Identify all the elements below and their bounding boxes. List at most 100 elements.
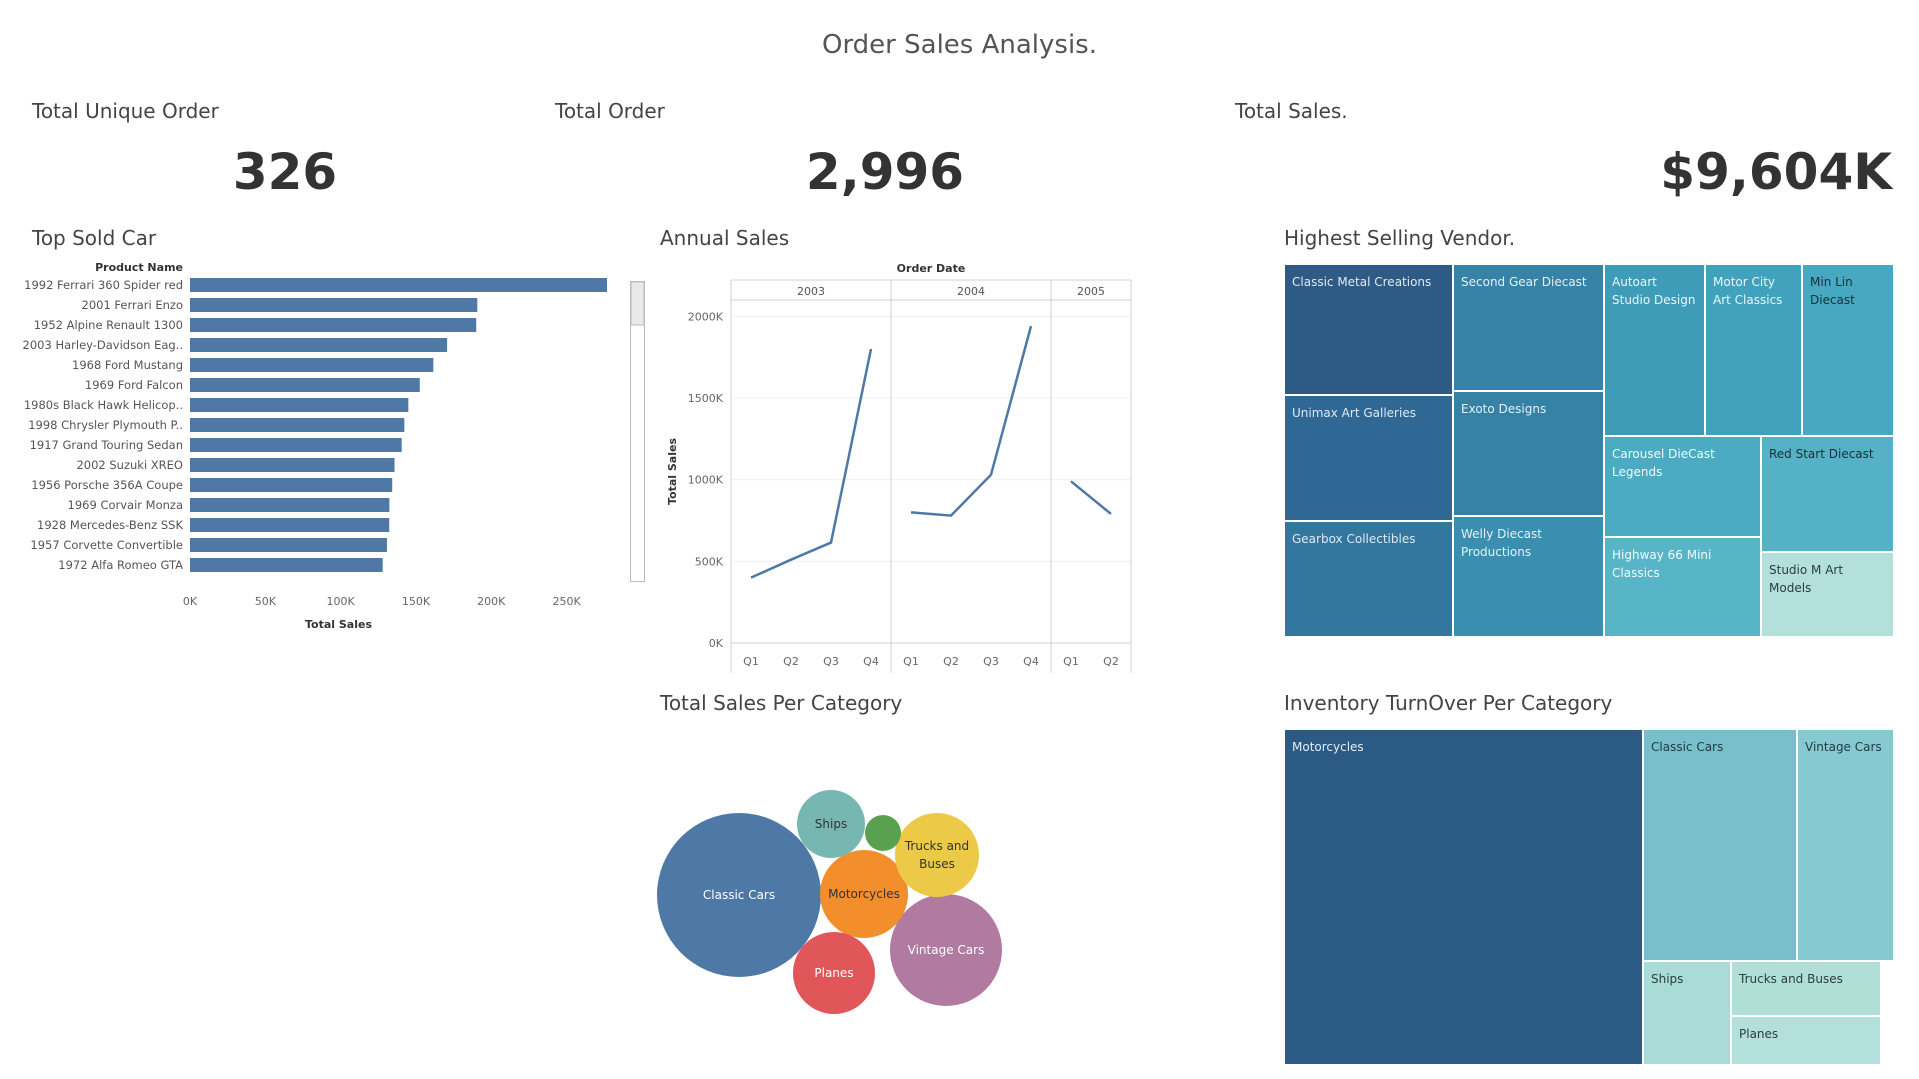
- bubble-label: Ships: [815, 817, 847, 831]
- bubble-label: Motorcycles: [828, 887, 900, 901]
- y-tick-label: 1000K: [688, 474, 724, 487]
- x-tick-label: 150K: [402, 595, 431, 608]
- treemap-cell[interactable]: Motor City Art Classics: [1705, 264, 1802, 436]
- kpi-unique-order-label: Total Unique Order: [32, 99, 219, 123]
- treemap-cell[interactable]: Exoto Designs: [1453, 391, 1604, 516]
- bubble-label: Buses: [919, 857, 955, 871]
- treemap-cell-label: Unimax Art Galleries: [1292, 406, 1416, 420]
- bar: [190, 498, 390, 512]
- x-tick-label: Q1: [743, 655, 759, 668]
- inventory-treemap: Motorcycles Classic Cars Vintage Cars Ships…: [1284, 729, 1894, 1065]
- treemap-cell-label: Gearbox Collectibles: [1292, 532, 1416, 546]
- bar: [190, 478, 393, 492]
- treemap-cell[interactable]: Second Gear Diecast: [1453, 264, 1604, 391]
- bar: [190, 278, 607, 292]
- treemap-cell-label: Min Lin Diecast: [1810, 275, 1855, 307]
- y-axis-title: Total Sales: [666, 438, 679, 505]
- scrollbar-thumb: [630, 281, 645, 326]
- kpi-total-sales-label: Total Sales.: [1235, 99, 1348, 123]
- bubble-label: Trucks and: [904, 839, 969, 853]
- series-line-2003: [750, 348, 873, 579]
- treemap-cell[interactable]: Autoart Studio Design: [1604, 264, 1705, 436]
- treemap-cell-label: Studio M Art Models: [1769, 563, 1844, 595]
- treemap-cell-label: Autoart Studio Design: [1612, 275, 1696, 307]
- kpi-unique-order-value: 326: [232, 143, 338, 201]
- x-tick-label: 0K: [183, 595, 198, 608]
- x-tick-label: 200K: [477, 595, 506, 608]
- bar: [190, 438, 402, 452]
- y-tick-label: 0K: [709, 637, 724, 650]
- dashboard-title: Order Sales Analysis.: [821, 30, 1097, 60]
- treemap-cell-label: Ships: [1651, 972, 1684, 986]
- bar: [190, 358, 434, 372]
- bar-label: 1980s Black Hawk Helicop..: [24, 398, 183, 412]
- x-tick-label: Q2: [943, 655, 959, 668]
- treemap-cell[interactable]: Classic Metal Creations: [1284, 264, 1453, 395]
- treemap-cell[interactable]: Welly Diecast Productions: [1453, 516, 1604, 637]
- bar-label: 2002 Suzuki XREO: [76, 458, 183, 472]
- treemap-cell[interactable]: Trucks and Buses: [1731, 961, 1881, 1016]
- annual-sales-chart: Order Date 0K 500K 1000K 1500K 2000K Total Sal…: [666, 262, 1132, 673]
- treemap-cell[interactable]: Carousel DieCast Legends: [1604, 436, 1761, 537]
- y-tick-label: 500K: [695, 555, 724, 568]
- vendor-treemap: Classic Metal Creations Unimax Art Galler…: [1284, 264, 1894, 637]
- treemap-cell[interactable]: Studio M Art Models: [1761, 552, 1894, 637]
- bar-label: 1992 Ferrari 360 Spider red: [24, 278, 183, 292]
- year-label: 2003: [797, 285, 825, 298]
- bar-label: 1972 Alfa Romeo GTA: [58, 558, 183, 572]
- year-label: 2004: [957, 285, 985, 298]
- treemap-cell[interactable]: Min Lin Diecast: [1802, 264, 1894, 436]
- bubble: [895, 813, 979, 897]
- series-line-2004: [910, 325, 1033, 517]
- treemap-cell[interactable]: Unimax Art Galleries: [1284, 395, 1453, 521]
- x-tick-label: Q4: [863, 655, 879, 668]
- bar: [190, 398, 409, 412]
- category-title: Total Sales Per Category: [660, 691, 903, 715]
- kpi-total-sales-value: $9,604K: [1660, 143, 1892, 201]
- bar: [190, 458, 395, 472]
- bar: [190, 338, 448, 352]
- x-axis-title: Total Sales: [305, 618, 372, 631]
- treemap-cell-label: Vintage Cars: [1805, 740, 1882, 754]
- treemap-cell[interactable]: Planes: [1731, 1016, 1881, 1065]
- x-tick-label: 100K: [327, 595, 356, 608]
- bar-label: 1917 Grand Touring Sedan: [30, 438, 183, 452]
- treemap-cell-label: Red Start Diecast: [1769, 447, 1874, 461]
- bar: [190, 538, 387, 552]
- treemap-cell[interactable]: Vintage Cars: [1797, 729, 1894, 961]
- treemap-cell[interactable]: Classic Cars: [1643, 729, 1797, 961]
- treemap-cell-label: Planes: [1739, 1027, 1779, 1041]
- x-tick-label: Q1: [1063, 655, 1079, 668]
- bar-label: 2001 Ferrari Enzo: [82, 298, 184, 312]
- bubble-label: Classic Cars: [703, 888, 775, 902]
- bar-label: 1969 Ford Falcon: [85, 378, 183, 392]
- series-line-2005: [1070, 480, 1112, 515]
- treemap-cell-label: Welly Diecast Productions: [1461, 527, 1542, 559]
- annual-sales-title: Annual Sales: [660, 226, 790, 250]
- year-label: 2005: [1077, 285, 1105, 298]
- x-tick-label: Q4: [1023, 655, 1039, 668]
- treemap-cell[interactable]: Red Start Diecast: [1761, 436, 1894, 552]
- treemap-cell[interactable]: Gearbox Collectibles: [1284, 521, 1453, 637]
- treemap-cell[interactable]: Ships: [1643, 961, 1731, 1065]
- bubble-label: Planes: [814, 966, 853, 980]
- treemap-cell-label: Trucks and Buses: [1739, 972, 1843, 986]
- treemap-cell[interactable]: Motorcycles: [1284, 729, 1643, 1065]
- treemap-cell-label: Highway 66 Mini Classics: [1612, 548, 1712, 580]
- treemap-cell-label: Classic Metal Creations: [1292, 275, 1432, 289]
- bar: [190, 418, 405, 432]
- bar: [190, 378, 420, 392]
- bar-label: 1928 Mercedes-Benz SSK: [37, 518, 183, 532]
- column-header: Order Date: [897, 262, 966, 275]
- bar: [190, 518, 390, 532]
- top-sold-car-title: Top Sold Car: [32, 226, 157, 250]
- category-bubble-chart: Classic Cars Vintage Cars Motorcycles Truck…: [657, 790, 1002, 1014]
- bar-label: 1952 Alpine Renault 1300: [34, 318, 183, 332]
- x-tick-label: Q2: [1103, 655, 1119, 668]
- x-tick-label: Q3: [823, 655, 839, 668]
- bar-label: 1998 Chrysler Plymouth P..: [28, 418, 183, 432]
- x-tick-label: 50K: [255, 595, 277, 608]
- treemap-cell[interactable]: Highway 66 Mini Classics: [1604, 537, 1761, 637]
- y-tick-label: 1500K: [688, 392, 724, 405]
- x-tick-label: Q3: [983, 655, 999, 668]
